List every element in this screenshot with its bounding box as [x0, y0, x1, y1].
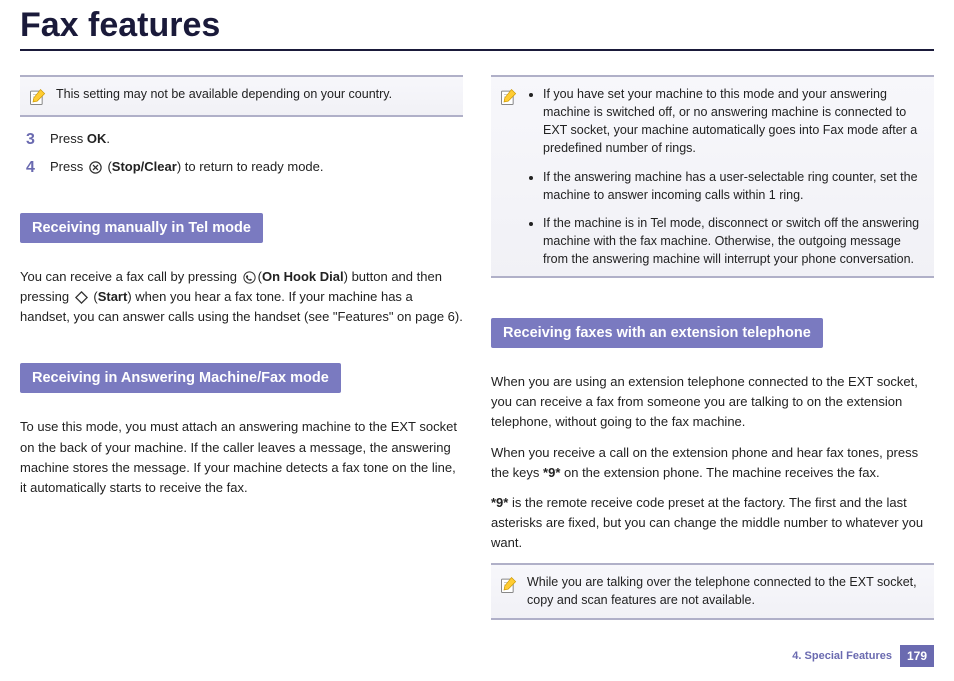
- note-text: This setting may not be available depend…: [56, 85, 392, 103]
- tel-mode-paragraph: You can receive a fax call by pressing (…: [20, 267, 463, 327]
- footer-page-number: 179: [900, 645, 934, 667]
- list-item: If the machine is in Tel mode, disconnec…: [543, 214, 926, 268]
- section-answering-machine: Receiving in Answering Machine/Fax mode: [20, 363, 341, 393]
- footer-chapter: 4. Special Features: [792, 650, 892, 662]
- list-item: If you have set your machine to this mod…: [543, 85, 926, 158]
- step-4: 4 Press (Stop/Clear) to return to ready …: [26, 159, 463, 177]
- section-receiving-tel: Receiving manually in Tel mode: [20, 213, 263, 243]
- note-answering-tips: If you have set your machine to this mod…: [491, 75, 934, 278]
- ext-phone-paragraph-2: When you receive a call on the extension…: [491, 443, 934, 483]
- ext-phone-paragraph-3: *9* is the remote receive code preset at…: [491, 493, 934, 553]
- step-3: 3 Press OK.: [26, 131, 463, 149]
- step-number: 3: [26, 131, 40, 149]
- note-country: This setting may not be available depend…: [20, 75, 463, 117]
- list-item: If the answering machine has a user-sele…: [543, 168, 926, 204]
- page-footer: 4. Special Features 179: [792, 645, 934, 667]
- step-text: Press (Stop/Clear) to return to ready mo…: [50, 159, 324, 175]
- note-text: While you are talking over the telephone…: [527, 573, 926, 609]
- note-icon: [499, 87, 519, 107]
- answering-machine-paragraph: To use this mode, you must attach an ans…: [20, 417, 463, 498]
- note-icon: [499, 575, 519, 595]
- note-icon: [28, 87, 48, 107]
- step-text: Press OK.: [50, 131, 110, 146]
- left-column: This setting may not be available depend…: [20, 69, 463, 634]
- right-column: If you have set your machine to this mod…: [491, 69, 934, 634]
- note-list: If you have set your machine to this mod…: [527, 85, 926, 268]
- start-icon: [74, 290, 89, 305]
- section-extension-phone: Receiving faxes with an extension teleph…: [491, 318, 823, 348]
- page-title: Fax features: [20, 6, 934, 51]
- on-hook-dial-icon: [242, 270, 257, 285]
- step-number: 4: [26, 159, 40, 177]
- ext-phone-paragraph-1: When you are using an extension telephon…: [491, 372, 934, 432]
- note-copy-scan: While you are talking over the telephone…: [491, 563, 934, 619]
- stop-clear-icon: [88, 160, 103, 175]
